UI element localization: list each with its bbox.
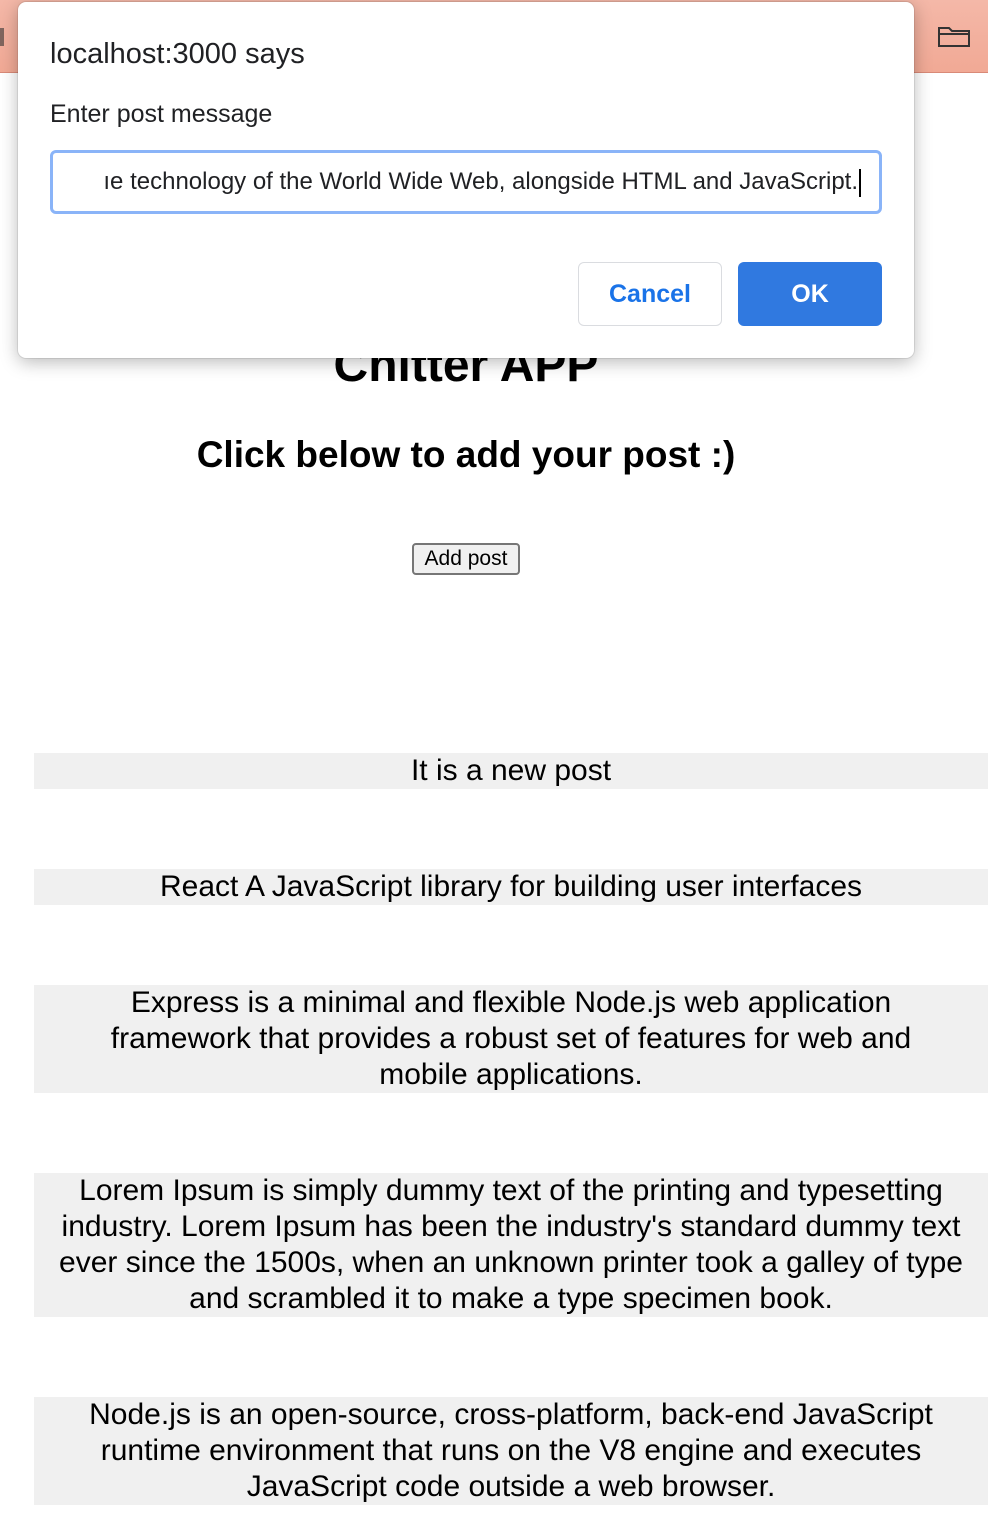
post-item: React A JavaScript library for building … (34, 869, 988, 905)
prompt-dialog: localhost:3000 says Enter post message ı… (18, 2, 914, 358)
post-message-value: ıe technology of the World Wide Web, alo… (103, 168, 858, 195)
cancel-button[interactable]: Cancel (578, 262, 722, 326)
text-caret (859, 168, 861, 197)
dialog-title: localhost:3000 says (50, 38, 305, 70)
post-item: Express is a minimal and flexible Node.j… (34, 985, 988, 1093)
add-post-button[interactable]: Add post (412, 543, 520, 575)
post-message-input[interactable]: ıe technology of the World Wide Web, alo… (50, 150, 882, 214)
folder-icon[interactable] (936, 22, 972, 50)
dialog-prompt-label: Enter post message (50, 100, 273, 128)
post-item: Lorem Ipsum is simply dummy text of the … (34, 1173, 988, 1317)
toolbar-edge-icon (0, 28, 4, 46)
post-item: It is a new post (34, 753, 988, 789)
ok-button[interactable]: OK (738, 262, 882, 326)
post-item: Node.js is an open-source, cross-platfor… (34, 1397, 988, 1505)
page-subtitle: Click below to add your post :) (196, 434, 736, 475)
